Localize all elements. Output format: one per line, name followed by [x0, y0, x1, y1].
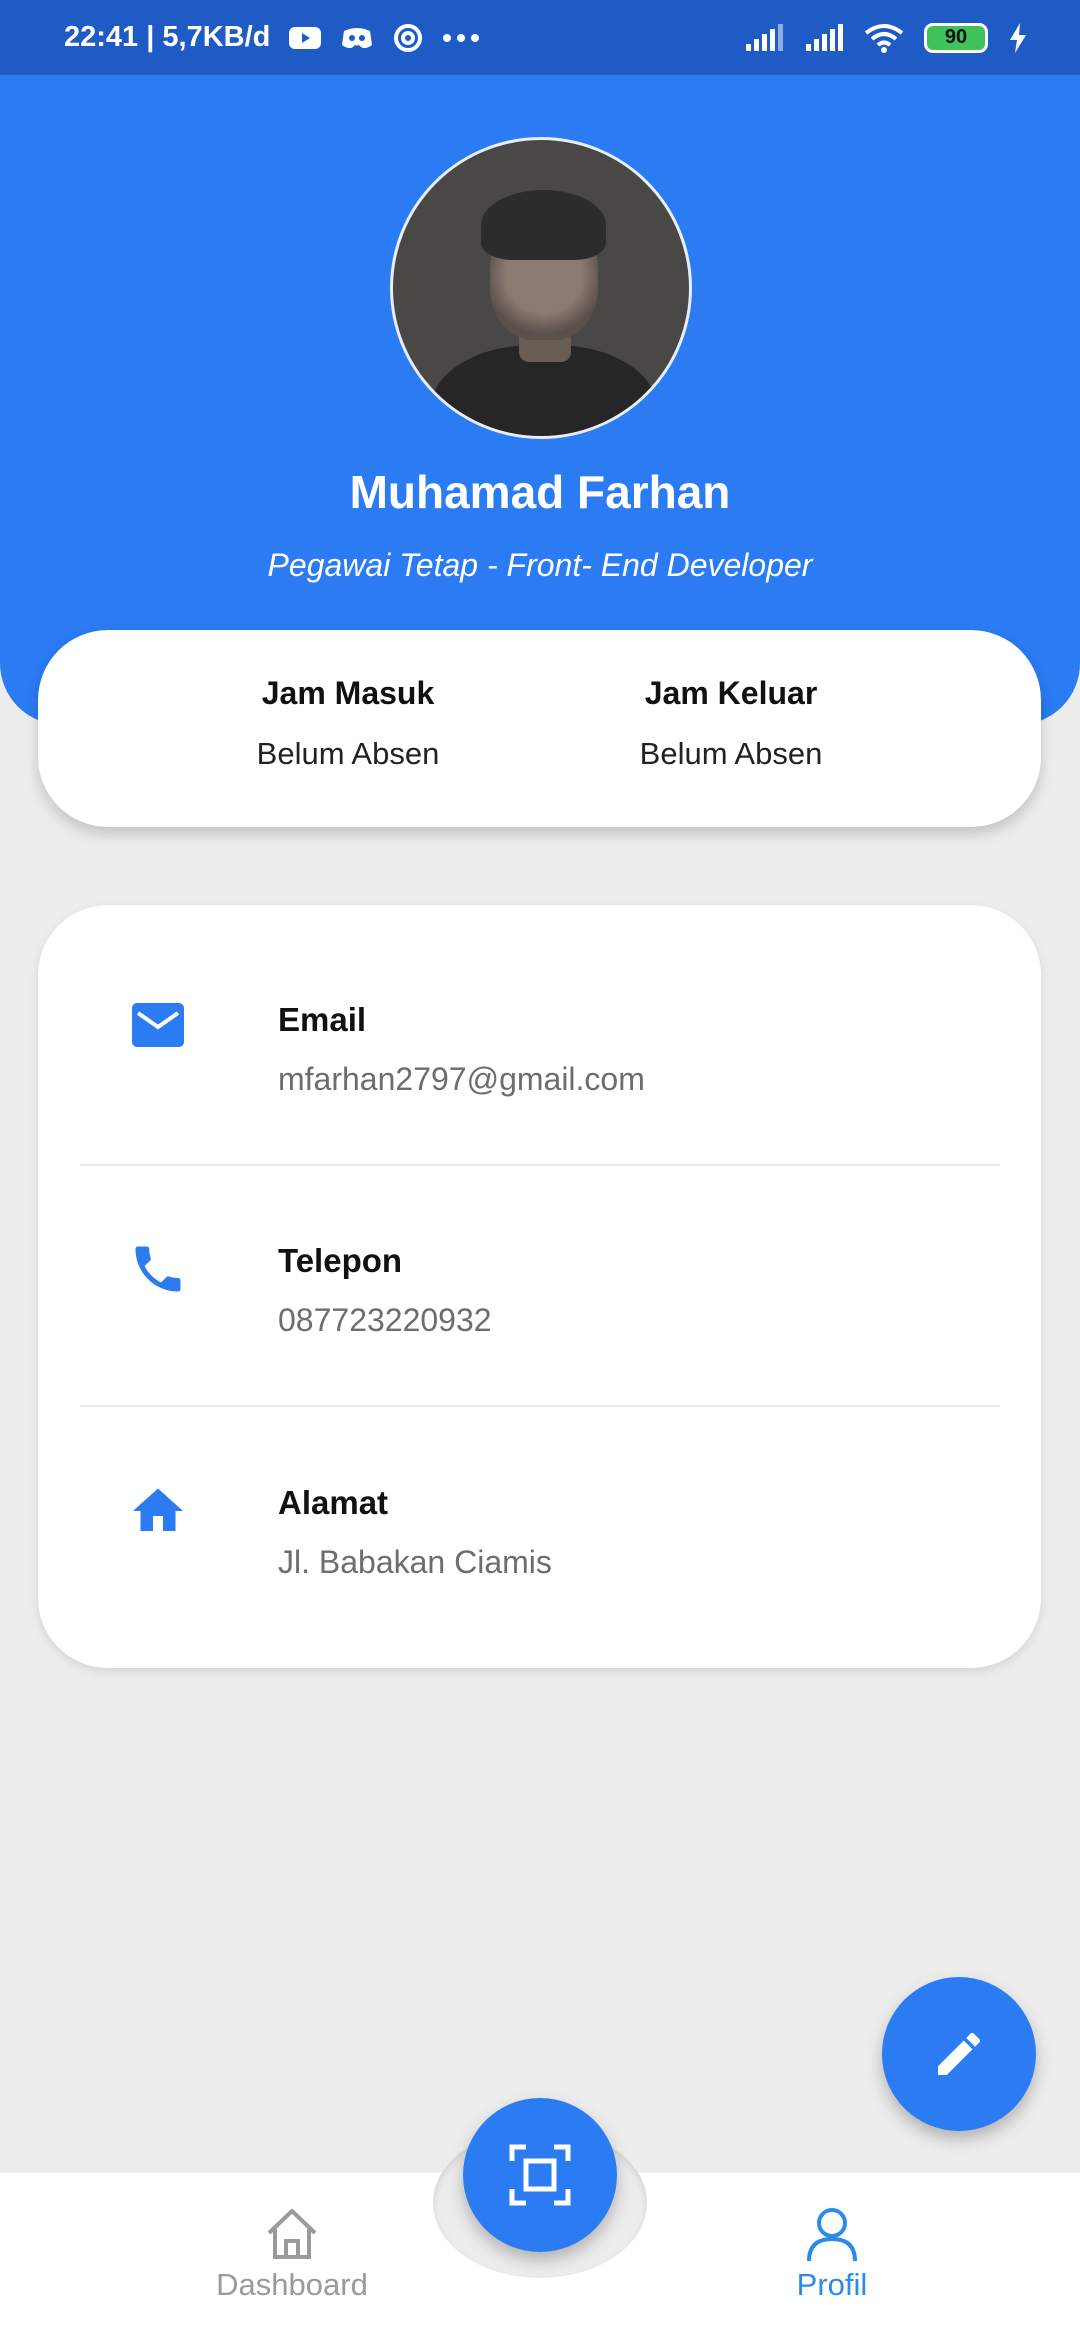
- address-text: Alamat Jl. Babakan Ciamis: [278, 1484, 552, 1581]
- address-value: Jl. Babakan Ciamis: [278, 1544, 552, 1580]
- person-icon: [807, 2208, 857, 2262]
- phone-value: 087723220932: [278, 1302, 492, 1338]
- signal-icon-2: [804, 23, 844, 52]
- nav-dashboard[interactable]: Dashboard: [172, 2205, 412, 2303]
- signal-icon: [744, 23, 784, 52]
- scan-attendance-button[interactable]: [463, 2098, 617, 2252]
- pencil-icon: [938, 2032, 980, 2075]
- check-in-label: Jam Masuk: [261, 675, 435, 711]
- address-label: Alamat: [278, 1484, 389, 1521]
- email-text: Email mfarhan2797@gmail.com: [278, 1001, 645, 1098]
- attendance-card: Jam Masuk Belum Absen Jam Keluar Belum A…: [38, 630, 1041, 827]
- mail-icon: [128, 995, 188, 1055]
- avatar: [390, 137, 692, 439]
- status-time-speed: 22:41 | 5,7KB/d: [64, 21, 271, 53]
- at-sign-icon: [392, 22, 424, 54]
- phone-label: Telepon: [278, 1242, 403, 1279]
- contact-info-card: Email mfarhan2797@gmail.com Telepon 0877…: [38, 905, 1041, 1668]
- status-bar: 22:41 | 5,7KB/d 90: [0, 0, 1080, 75]
- home-icon: [128, 1481, 188, 1541]
- profile-screen: 22:41 | 5,7KB/d 90 Muhamad Farhan Pegawa…: [0, 0, 1080, 2340]
- check-out-value: Belum Absen: [639, 736, 823, 771]
- wifi-icon: [864, 23, 904, 53]
- status-left: 22:41 | 5,7KB/d: [64, 21, 480, 54]
- more-notifications-icon: [442, 33, 480, 43]
- home-outline-icon: [267, 2209, 317, 2259]
- battery-indicator: 90: [924, 22, 988, 53]
- nav-profil-label: Profil: [796, 2267, 868, 2302]
- youtube-icon: [288, 25, 322, 51]
- phone-row: Telepon 087723220932: [38, 1147, 1041, 1389]
- nav-dashboard-label: Dashboard: [216, 2267, 368, 2302]
- email-label: Email: [278, 1001, 367, 1038]
- phone-icon: [128, 1239, 188, 1299]
- phone-text: Telepon 087723220932: [278, 1242, 492, 1339]
- profile-name: Muhamad Farhan: [349, 466, 731, 518]
- avatar-hair-shape: [481, 190, 606, 260]
- email-row: Email mfarhan2797@gmail.com: [38, 905, 1041, 1147]
- email-value: mfarhan2797@gmail.com: [278, 1061, 645, 1097]
- check-in-column: Jam Masuk Belum Absen: [198, 675, 498, 772]
- check-out-column: Jam Keluar Belum Absen: [581, 675, 881, 772]
- discord-icon: [340, 25, 374, 51]
- charging-icon: [1008, 22, 1028, 53]
- check-in-value: Belum Absen: [256, 736, 440, 771]
- check-out-label: Jam Keluar: [644, 675, 818, 711]
- address-row: Alamat Jl. Babakan Ciamis: [38, 1389, 1041, 1631]
- nav-profil[interactable]: Profil: [712, 2205, 952, 2303]
- profile-role: Pegawai Tetap - Front- End Developer: [267, 547, 813, 583]
- scan-icon: [509, 2144, 571, 2206]
- status-right: 90: [744, 22, 1028, 53]
- edit-profile-button[interactable]: [882, 1977, 1036, 2131]
